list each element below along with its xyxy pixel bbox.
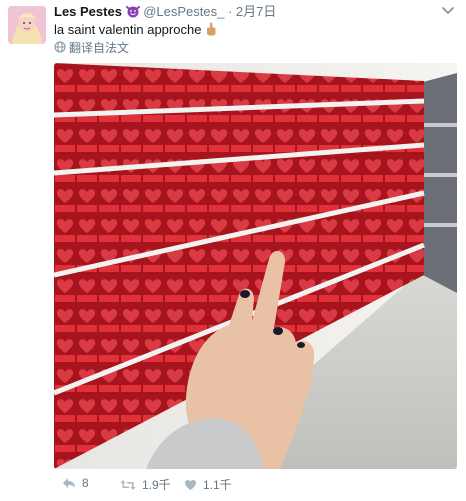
reply-icon — [62, 477, 76, 489]
tweet-text: la saint valentin approche — [54, 22, 202, 37]
tweet-photo[interactable] — [54, 63, 457, 469]
reply-button[interactable]: 8 — [62, 476, 89, 490]
avatar[interactable] — [8, 6, 46, 44]
tweet-header: Les Pestes @LesPestes_ · 2月7日 — [54, 4, 276, 22]
retweet-button[interactable]: 1.9千 — [120, 476, 171, 493]
tweet-text-line: la saint valentin approche — [54, 22, 217, 40]
like-button[interactable]: 1.1千 — [184, 476, 232, 493]
middle-finger-emoji-icon — [205, 22, 217, 40]
heart-icon — [184, 479, 197, 491]
translate-label: 翻译自法文 — [69, 41, 130, 55]
store-aisle-image — [54, 63, 457, 469]
retweet-icon — [120, 479, 136, 491]
purple-devil-emoji-icon — [125, 4, 140, 22]
translate-link[interactable]: 翻译自法文 — [54, 40, 129, 57]
like-count: 1.1千 — [203, 478, 232, 492]
chevron-down-icon[interactable] — [440, 4, 456, 18]
tweet-card: Les Pestes @LesPestes_ · 2月7日 la saint v… — [0, 0, 466, 501]
reply-count: 8 — [82, 476, 89, 490]
globe-icon — [54, 41, 66, 57]
header-separator: · — [227, 4, 233, 19]
author-handle[interactable]: @LesPestes_ — [143, 4, 224, 19]
tweet-date[interactable]: 2月7日 — [236, 4, 276, 19]
retweet-count: 1.9千 — [142, 478, 171, 492]
author-name[interactable]: Les Pestes — [54, 4, 122, 19]
